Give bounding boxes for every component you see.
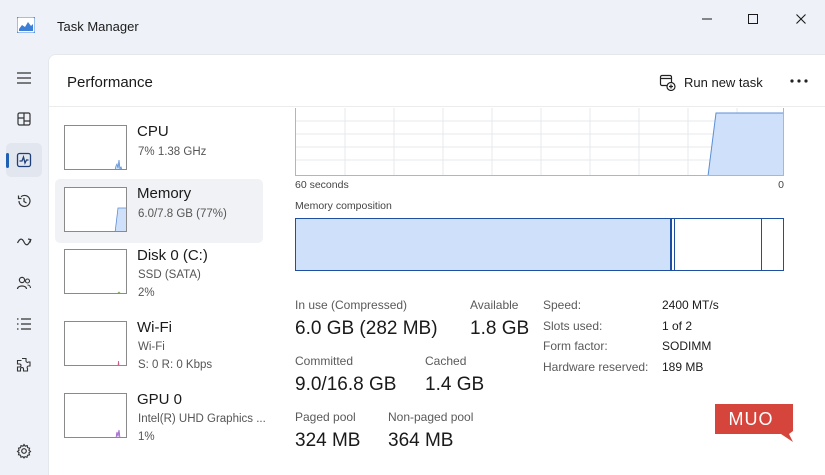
resource-detail: Wi-Fi bbox=[138, 341, 165, 353]
hardware-reserved-value: 189 MB bbox=[662, 360, 704, 374]
run-new-task-button[interactable]: Run new task bbox=[659, 71, 763, 93]
resource-detail: 7% 1.38 GHz bbox=[138, 146, 207, 158]
processes-icon bbox=[17, 112, 31, 126]
composition-free-segment bbox=[762, 219, 783, 270]
hardware-reserved-label: Hardware reserved: bbox=[543, 360, 649, 374]
committed-value: 9.0/16.8 GB bbox=[295, 374, 397, 395]
memory-composition-label: Memory composition bbox=[295, 200, 392, 212]
nav-performance-button[interactable] bbox=[6, 143, 42, 177]
memory-thumbnail-graph bbox=[64, 187, 127, 232]
disk-thumbnail-graph bbox=[64, 249, 127, 294]
committed-label: Committed bbox=[295, 354, 354, 368]
users-icon bbox=[16, 276, 32, 290]
non-paged-pool-value: 364 MB bbox=[388, 430, 454, 451]
services-icon bbox=[16, 357, 31, 372]
window-title: Task Manager bbox=[57, 19, 139, 34]
composition-in-use-segment bbox=[296, 219, 672, 270]
in-use-label: In use (Compressed) bbox=[295, 298, 408, 312]
resource-detail-secondary: 1% bbox=[138, 431, 155, 443]
nav-app-history-button[interactable] bbox=[6, 184, 42, 218]
resource-name: CPU bbox=[137, 123, 169, 140]
app-history-icon bbox=[17, 194, 31, 207]
resource-item-wifi[interactable]: Wi-Fi Wi-Fi S: 0 R: 0 Kbps bbox=[55, 313, 263, 377]
resource-item-disk[interactable]: Disk 0 (C:) SSD (SATA) 2% bbox=[55, 241, 263, 305]
speed-label: Speed: bbox=[543, 298, 582, 312]
form-factor-label: Form factor: bbox=[543, 339, 608, 353]
memory-usage-graph bbox=[295, 108, 784, 176]
resource-detail: Intel(R) UHD Graphics ... bbox=[138, 413, 266, 425]
cpu-thumbnail-graph bbox=[64, 125, 127, 170]
nav-menu-button[interactable] bbox=[6, 61, 42, 95]
task-manager-app-icon bbox=[17, 17, 35, 33]
minimize-button[interactable] bbox=[684, 4, 730, 34]
available-label: Available bbox=[470, 298, 519, 312]
available-value: 1.8 GB bbox=[470, 318, 530, 339]
form-factor-value: SODIMM bbox=[662, 339, 712, 353]
performance-icon bbox=[16, 152, 32, 168]
graph-end-label: 0 bbox=[778, 179, 784, 191]
title-bar: Task Manager bbox=[0, 0, 825, 54]
paged-pool-value: 324 MB bbox=[295, 430, 361, 451]
in-use-value: 6.0 GB (282 MB) bbox=[295, 318, 438, 339]
nav-users-button[interactable] bbox=[6, 266, 42, 300]
nav-settings-button[interactable] bbox=[6, 434, 42, 468]
slots-used-label: Slots used: bbox=[543, 319, 603, 333]
resource-name: Disk 0 (C:) bbox=[137, 247, 208, 264]
cached-value: 1.4 GB bbox=[425, 374, 485, 395]
close-button[interactable] bbox=[778, 4, 824, 34]
wifi-thumbnail-graph bbox=[64, 321, 127, 366]
memory-composition-bar bbox=[295, 218, 784, 271]
resource-item-cpu[interactable]: CPU 7% 1.38 GHz bbox=[55, 117, 263, 181]
resource-name: Memory bbox=[137, 185, 192, 202]
nav-startup-apps-button[interactable] bbox=[6, 225, 42, 259]
run-new-task-label: Run new task bbox=[684, 74, 763, 90]
details-icon bbox=[17, 318, 31, 330]
resource-list: CPU 7% 1.38 GHz Memory 6.0/7.8 GB (77%) … bbox=[49, 108, 279, 475]
slots-used-value: 1 of 2 bbox=[662, 319, 693, 333]
minimize-icon bbox=[702, 18, 712, 20]
startup-apps-icon bbox=[16, 238, 32, 246]
close-icon bbox=[796, 14, 806, 24]
resource-item-gpu[interactable]: GPU 0 Intel(R) UHD Graphics ... 1% bbox=[55, 385, 266, 449]
nav-services-button[interactable] bbox=[6, 348, 42, 382]
cached-label: Cached bbox=[425, 354, 467, 368]
resource-name: GPU 0 bbox=[137, 391, 183, 408]
paged-pool-label: Paged pool bbox=[295, 410, 356, 424]
resource-name: Wi-Fi bbox=[137, 319, 172, 336]
maximize-button[interactable] bbox=[730, 4, 776, 34]
settings-icon bbox=[16, 443, 32, 459]
hamburger-icon bbox=[17, 72, 31, 84]
nav-details-button[interactable] bbox=[6, 307, 42, 341]
more-options-button[interactable] bbox=[785, 69, 813, 93]
svg-text:MUO: MUO bbox=[729, 409, 774, 429]
resource-detail-secondary: 2% bbox=[138, 287, 155, 299]
resource-item-memory[interactable]: Memory 6.0/7.8 GB (77%) bbox=[55, 179, 263, 243]
main-panel: Performance Run new task CPU 7% 1.38 GHz… bbox=[48, 54, 825, 475]
run-new-task-icon bbox=[659, 74, 676, 91]
page-header: Performance Run new task bbox=[49, 55, 825, 107]
gpu-thumbnail-graph bbox=[64, 393, 127, 438]
more-options-icon bbox=[790, 79, 808, 83]
speed-value: 2400 MT/s bbox=[662, 298, 719, 312]
resource-detail-secondary: S: 0 R: 0 Kbps bbox=[138, 359, 213, 371]
resource-detail: 6.0/7.8 GB (77%) bbox=[138, 208, 227, 220]
non-paged-pool-label: Non-paged pool bbox=[388, 410, 474, 424]
resource-detail: SSD (SATA) bbox=[138, 269, 201, 281]
nav-processes-button[interactable] bbox=[6, 102, 42, 136]
muo-watermark-logo: MUO bbox=[715, 404, 793, 442]
composition-standby-segment bbox=[675, 219, 762, 270]
navigation-rail bbox=[0, 54, 48, 475]
maximize-icon bbox=[748, 14, 758, 24]
page-title: Performance bbox=[67, 74, 153, 91]
graph-time-label: 60 seconds bbox=[295, 179, 349, 191]
